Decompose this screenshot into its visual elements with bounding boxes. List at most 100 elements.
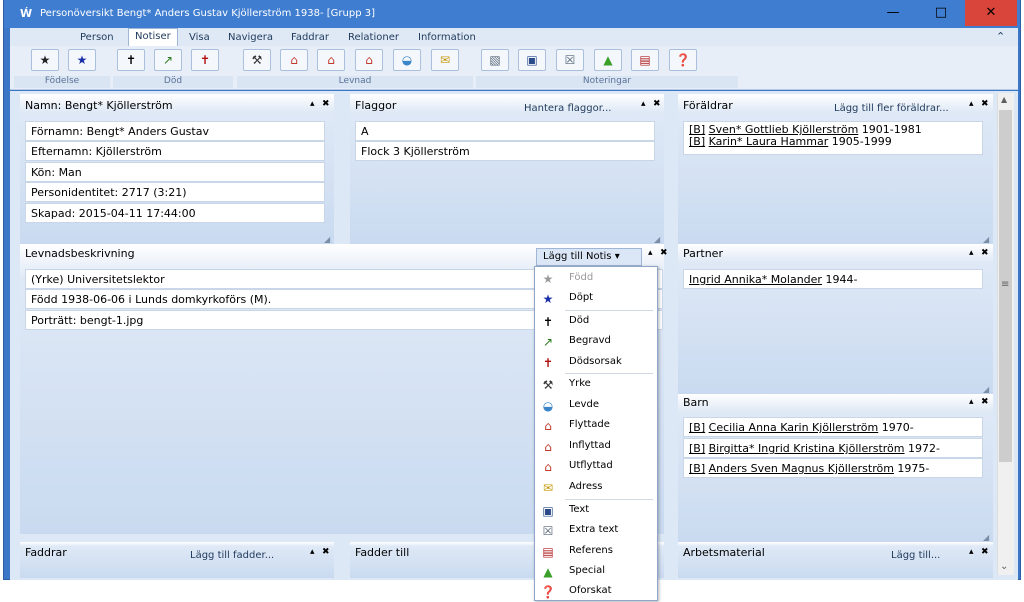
tab-relationer[interactable]: Relationer — [342, 30, 405, 46]
occupation-button[interactable]: ⚒ — [243, 49, 271, 71]
cause-of-death-button[interactable]: ✝ — [191, 49, 219, 71]
moved-in-button[interactable]: ⌂ — [317, 49, 345, 71]
menu-item-begravd[interactable]: ↗ Begravd — [535, 332, 657, 352]
close-window-button[interactable]: ✕ — [965, 0, 1017, 26]
panel-pin-button[interactable]: ▴ — [969, 397, 974, 407]
child-years: 1970- — [878, 421, 914, 434]
add-arbetsmaterial-link[interactable]: Lägg till... — [891, 550, 940, 561]
tab-faddrar[interactable]: Faddrar — [285, 30, 335, 46]
add-notis-dropdown[interactable]: Lägg till Notis ▾ — [536, 248, 642, 266]
special-button[interactable]: ▲ — [594, 49, 622, 71]
panel-close-button[interactable]: ✖ — [322, 547, 330, 557]
extra-text-button[interactable]: ☒ — [556, 49, 584, 71]
fornamn-field[interactable]: Förnamn: Bengt* Anders Gustav — [25, 121, 325, 141]
child-name-link[interactable]: Anders Sven Magnus Kjöllerström — [709, 462, 894, 475]
panel-close-button[interactable]: ✖ — [981, 547, 989, 557]
panel-pin-button[interactable]: ▴ — [969, 547, 974, 557]
panel-pin-button[interactable]: ▴ — [310, 99, 315, 109]
child-tag[interactable]: [B] — [689, 462, 705, 475]
panel-pin-button[interactable]: ▴ — [969, 99, 974, 109]
blue-star-icon: ★ — [542, 292, 554, 306]
tab-navigera[interactable]: Navigera — [222, 30, 279, 46]
menu-item-fodd[interactable]: ★ Född — [535, 269, 657, 289]
gray-star-icon: ★ — [542, 272, 554, 286]
tab-visa[interactable]: Visa — [183, 30, 216, 46]
baptism-button[interactable]: ★ — [68, 49, 96, 71]
menu-item-referens[interactable]: ▤ Referens — [535, 542, 657, 562]
menu-item-extra-text[interactable]: ☒ Extra text — [535, 521, 657, 541]
menu-item-special[interactable]: ▲ Special — [535, 562, 657, 582]
panel-close-button[interactable]: ✖ — [653, 99, 661, 109]
list-item[interactable]: [B] Birgitta* Ingrid Kristina Kjöllerstr… — [683, 438, 983, 458]
birth-button[interactable]: ★ — [31, 49, 59, 71]
parent-tag[interactable]: [B] — [689, 135, 705, 148]
tab-information[interactable]: Information — [412, 30, 482, 46]
tab-person[interactable]: Person — [74, 30, 120, 46]
menu-item-label: Begravd — [569, 335, 611, 346]
resize-grip-icon[interactable]: ◢ — [983, 385, 989, 394]
faddrar-panel-title: Faddrar — [25, 546, 67, 559]
menu-item-dod[interactable]: ✝ Död — [535, 312, 657, 332]
text-button[interactable]: ▣ — [518, 49, 546, 71]
menu-item-adress[interactable]: ✉ Adress — [535, 478, 657, 498]
menu-item-levde[interactable]: ◒ Levde — [535, 396, 657, 416]
child-name-link[interactable]: Birgitta* Ingrid Kristina Kjöllerström — [709, 442, 905, 455]
efternamn-field[interactable]: Efternamn: Kjöllerström — [25, 141, 325, 161]
address-button[interactable]: ✉ — [431, 49, 459, 71]
death-button[interactable]: ✝ — [117, 49, 145, 71]
child-tag[interactable]: [B] — [689, 421, 705, 434]
picture-button[interactable]: ▧ — [481, 49, 509, 71]
menu-item-yrke[interactable]: ⚒ Yrke — [535, 375, 657, 395]
menu-item-text[interactable]: ▣ Text — [535, 501, 657, 521]
flag-item[interactable]: Flock 3 Kjöllerström — [355, 141, 655, 161]
personidentitet-field[interactable]: Personidentitet: 2717 (3:21) — [25, 182, 325, 202]
child-name-link[interactable]: Cecilia Anna Karin Kjöllerström — [709, 421, 879, 434]
menu-item-oforskat[interactable]: ❓ Oforskat — [535, 582, 657, 602]
menu-item-dodsorsak[interactable]: ✝ Dödsorsak — [535, 353, 657, 373]
hantera-flaggor-link[interactable]: Hantera flaggor... — [524, 103, 611, 114]
reference-button[interactable]: ▤ — [631, 49, 659, 71]
panel-close-button[interactable]: ✖ — [981, 397, 989, 407]
moved-out-button[interactable]: ⌂ — [280, 49, 308, 71]
menu-item-dopt[interactable]: ★ Döpt — [535, 289, 657, 309]
panel-close-button[interactable]: ✖ — [660, 248, 668, 258]
list-item[interactable]: [B] Karin* Laura Hammar 1905-1999 — [689, 136, 977, 148]
unresearched-button[interactable]: ❓ — [669, 49, 697, 71]
flag-item[interactable]: A — [355, 121, 655, 141]
moved-button[interactable]: ⌂ — [355, 49, 383, 71]
partner-panel-title: Partner — [683, 247, 723, 260]
resize-grip-icon[interactable]: ◢ — [983, 533, 989, 542]
menu-item-inflyttad[interactable]: ⌂ Inflyttad — [535, 437, 657, 457]
panel-pin-button[interactable]: ▴ — [969, 248, 974, 258]
kon-field[interactable]: Kön: Man — [25, 162, 325, 182]
partner-name-link[interactable]: Ingrid Annika* Molander — [689, 273, 822, 286]
skapad-field[interactable]: Skapad: 2015-04-11 17:44:00 — [25, 203, 325, 223]
minimize-button[interactable]: — — [869, 0, 917, 26]
tab-notiser[interactable]: Notiser — [128, 28, 178, 46]
menu-item-utflyttad[interactable]: ⌂ Utflyttad — [535, 457, 657, 477]
panel-close-button[interactable]: ✖ — [322, 99, 330, 109]
maximize-button[interactable]: □ — [917, 0, 965, 26]
list-item[interactable]: [B] Anders Sven Magnus Kjöllerström 1975… — [683, 458, 983, 478]
resize-grip-icon[interactable]: ◢ — [983, 235, 989, 244]
burial-button[interactable]: ↗ — [154, 49, 182, 71]
list-item[interactable]: Ingrid Annika* Molander 1944- — [683, 269, 983, 289]
list-item[interactable]: [B] Cecilia Anna Karin Kjöllerström 1970… — [683, 417, 983, 437]
panel-close-button[interactable]: ✖ — [981, 248, 989, 258]
scroll-down-icon[interactable]: ⌄ — [1000, 561, 1008, 572]
child-tag[interactable]: [B] — [689, 442, 705, 455]
ribbon-collapse-button[interactable]: ⌃ — [996, 30, 1005, 43]
add-fadder-link[interactable]: Lägg till fadder... — [190, 550, 274, 561]
panel-pin-button[interactable]: ▴ — [641, 99, 646, 109]
scroll-up-icon[interactable]: ▲ — [1001, 95, 1007, 104]
panel-pin-button[interactable]: ▴ — [648, 248, 653, 258]
picture-icon: ▧ — [489, 53, 501, 67]
parent-name-link[interactable]: Karin* Laura Hammar — [709, 135, 829, 148]
menu-item-flyttade[interactable]: ⌂ Flyttade — [535, 416, 657, 436]
lived-button[interactable]: ◒ — [393, 49, 421, 71]
panel-close-button[interactable]: ✖ — [981, 99, 989, 109]
resize-grip-icon[interactable]: ◢ — [324, 235, 330, 244]
add-parents-link[interactable]: Lägg till fler föräldrar... — [834, 103, 949, 114]
resize-grip-icon[interactable]: ◢ — [654, 235, 660, 244]
panel-pin-button[interactable]: ▴ — [310, 547, 315, 557]
